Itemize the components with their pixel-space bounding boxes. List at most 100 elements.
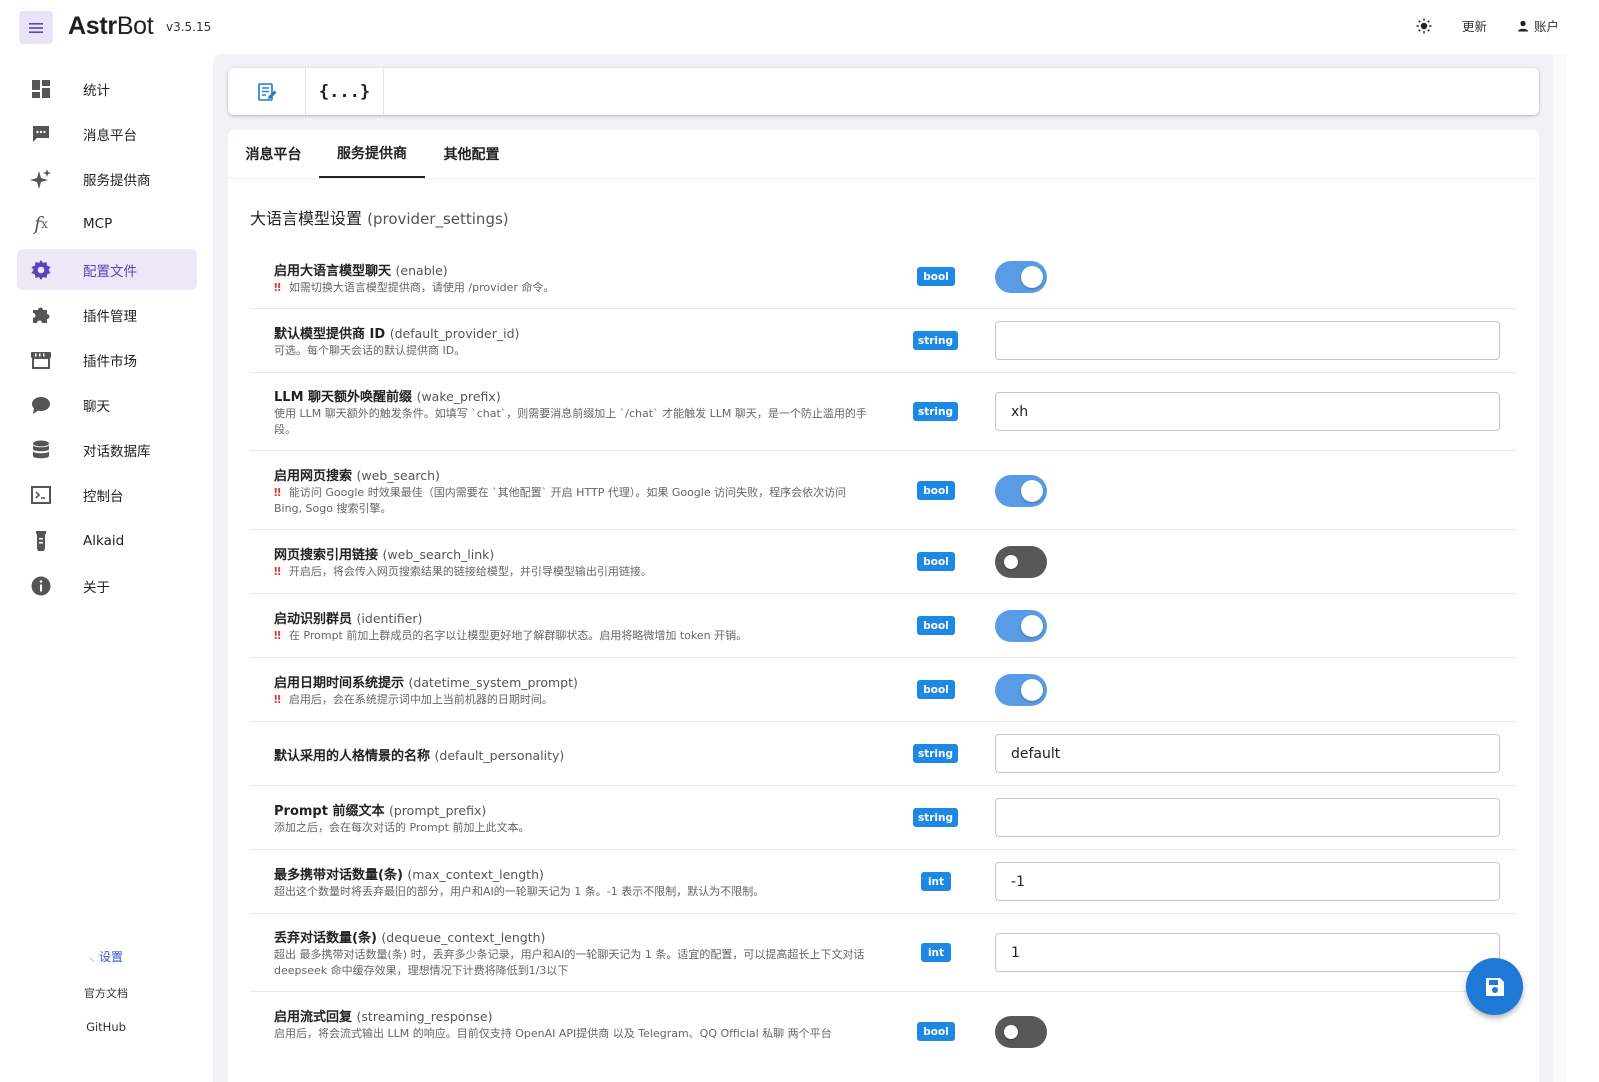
type-badge: bool [917, 616, 955, 635]
type-badge: bool [917, 680, 955, 699]
setting-name: 丢弃对话数量(条) (dequeue_context_length) [274, 930, 546, 946]
warning-icon: ‼ [274, 486, 281, 499]
setting-name: 启用网页搜索 (web_search) [274, 468, 440, 484]
sidebar-item-stats[interactable]: 统计 [17, 68, 197, 109]
type-badge: string [913, 331, 958, 350]
sidebar-item-label: 插件市场 [83, 353, 137, 370]
setting-desc: ‼ 如需切换大语言模型提供商，请使用 /provider 命令。 [274, 281, 555, 294]
setting-row-datetime-prompt: 启用日期时间系统提示 (datetime_system_prompt) ‼ 启用后… [250, 658, 1516, 722]
setting-name: 默认模型提供商 ID (default_provider_id) [274, 326, 520, 342]
page-scrollbar[interactable] [1553, 54, 1567, 1082]
setting-desc: 启用后，将会流式输出 LLM 的响应。目前仅支持 OpenAI API提供商 以… [274, 1027, 832, 1040]
edit-note-icon [257, 82, 276, 101]
sidebar-item-database[interactable]: 对话数据库 [17, 429, 197, 470]
sidebar-item-plugins[interactable]: 插件管理 [17, 294, 197, 335]
sidebar-item-about[interactable]: 关于 [17, 565, 197, 606]
json-editor-button[interactable]: {...} [306, 68, 384, 115]
type-badge: int [921, 943, 951, 962]
setting-row-wake-prefix: LLM 聊天额外唤醒前缀 (wake_prefix) 使用 LLM 聊天额外的触… [250, 373, 1516, 451]
sidebar-item-mcp[interactable]: fx MCP [17, 203, 197, 244]
sidebar-item-market[interactable]: 插件市场 [17, 339, 197, 380]
sidebar-item-alkaid[interactable]: Alkaid [17, 520, 197, 561]
default-provider-id-input[interactable] [995, 321, 1500, 360]
sidebar-item-providers[interactable]: 服务提供商 [17, 158, 197, 199]
sidebar-item-config[interactable]: 配置文件 [17, 249, 197, 290]
sidebar-item-chat[interactable]: 聊天 [17, 384, 197, 425]
setting-row-identifier: 启动识别群员 (identifier) ‼ 在 Prompt 前加上群成员的名字以… [250, 594, 1516, 658]
database-icon [30, 439, 52, 461]
top-bar: AstrBot v3.5.15 更新 账户 [0, 0, 1599, 54]
setting-desc: ‼ 启用后，会在系统提示词中加上当前机器的日期时间。 [274, 693, 553, 706]
tab-other[interactable]: 其他配置 [425, 130, 518, 178]
save-icon [1485, 977, 1504, 996]
datetime-prompt-toggle[interactable] [995, 674, 1047, 706]
tab-platforms[interactable]: 消息平台 [228, 130, 319, 178]
setting-row-dequeue-context-length: 丢弃对话数量(条) (dequeue_context_length) 超出 最多… [250, 914, 1516, 992]
sidebar-item-console[interactable]: 控制台 [17, 474, 197, 515]
setting-name: Prompt 前缀文本 (prompt_prefix) [274, 803, 487, 819]
user-icon [1517, 20, 1528, 31]
theme-toggle-button[interactable] [1416, 18, 1432, 34]
enable-toggle[interactable] [995, 261, 1047, 293]
config-tabs: 消息平台 服务提供商 其他配置 [228, 130, 1539, 178]
menu-toggle-button[interactable] [19, 11, 53, 44]
main-panel: {...} 消息平台 服务提供商 其他配置 大语言模型设置 (provider_… [213, 54, 1553, 1082]
sidebar-item-label: 配置文件 [83, 263, 137, 280]
sidebar-item-platforms[interactable]: 消息平台 [17, 113, 197, 154]
puzzle-icon [30, 304, 52, 326]
setting-desc: ‼ 在 Prompt 前加上群成员的名字以让模型更好地了解群聊状态。启用将略微增加… [274, 629, 748, 642]
info-icon [30, 575, 52, 597]
chat-icon [30, 394, 52, 416]
setting-name: 启用大语言模型聊天 (enable) [274, 263, 448, 279]
account-label: 账户 [1533, 19, 1559, 34]
type-badge: bool [917, 481, 955, 500]
message-icon [30, 123, 52, 145]
update-button[interactable]: 更新 [1462, 16, 1487, 35]
dequeue-context-length-input[interactable]: 1 [995, 933, 1500, 972]
setting-name: 启动识别群员 (identifier) [274, 611, 423, 627]
dashboard-icon [30, 78, 52, 100]
sidebar-item-label: 聊天 [83, 398, 110, 415]
setting-desc: 添加之后，会在每次对话的 Prompt 前加上此文本。 [274, 821, 530, 834]
identifier-toggle[interactable] [995, 610, 1047, 642]
sidebar-item-label: MCP [83, 215, 113, 232]
tab-providers[interactable]: 服务提供商 [319, 130, 425, 178]
sidebar-item-label: 对话数据库 [83, 443, 151, 460]
app-version: v3.5.15 [166, 20, 212, 34]
type-badge: string [913, 808, 958, 827]
wake-prefix-input[interactable]: xh [995, 392, 1500, 431]
setting-row-prompt-prefix: Prompt 前缀文本 (prompt_prefix) 添加之后，会在每次对话的… [250, 786, 1516, 850]
type-badge: bool [917, 267, 955, 286]
config-content: 大语言模型设置 (provider_settings) 启用大语言模型聊天 (e… [228, 178, 1539, 1082]
sidebar-item-label: 关于 [83, 579, 110, 596]
warning-icon: ‼ [274, 565, 281, 578]
section-key: (provider_settings) [367, 210, 509, 228]
settings-link[interactable]: ⸜ 设置 [0, 948, 212, 965]
setting-row-web-search-link: 网页搜索引用链接 (web_search_link) ‼ 开启后，将会传入网页搜索… [250, 530, 1516, 594]
setting-name: LLM 聊天额外唤醒前缀 (wake_prefix) [274, 389, 501, 405]
type-badge: string [913, 744, 958, 763]
github-link[interactable]: GitHub [0, 1020, 212, 1034]
sidebar-item-label: 控制台 [83, 488, 124, 505]
sidebar-item-label: Alkaid [83, 532, 125, 549]
flask-icon [30, 530, 52, 552]
settings-dash-icon: ⸜ [88, 950, 95, 964]
max-context-length-input[interactable]: -1 [995, 862, 1500, 901]
setting-row-streaming-response: 启用流式回复 (streaming_response) 启用后，将会流式输出 L… [250, 992, 1516, 1070]
setting-name: 最多携带对话数量(条) (max_context_length) [274, 867, 544, 883]
docs-link[interactable]: 官方文档 [0, 985, 212, 1001]
gear-icon [30, 259, 52, 281]
account-button[interactable]: 账户 [1517, 16, 1559, 35]
web-search-toggle[interactable] [995, 475, 1047, 507]
streaming-response-toggle[interactable] [995, 1016, 1047, 1048]
sidebar-item-label: 服务提供商 [83, 172, 151, 189]
warning-icon: ‼ [274, 281, 281, 294]
web-search-link-toggle[interactable] [995, 546, 1047, 578]
settings-label: 设置 [99, 950, 124, 964]
warning-icon: ‼ [274, 629, 281, 642]
setting-row-default-provider-id: 默认模型提供商 ID (default_provider_id) 可选。每个聊天… [250, 309, 1516, 373]
default-personality-input[interactable]: default [995, 734, 1500, 773]
prompt-prefix-input[interactable] [995, 798, 1500, 837]
save-button[interactable] [1466, 958, 1523, 1015]
visual-editor-button[interactable] [228, 68, 306, 115]
